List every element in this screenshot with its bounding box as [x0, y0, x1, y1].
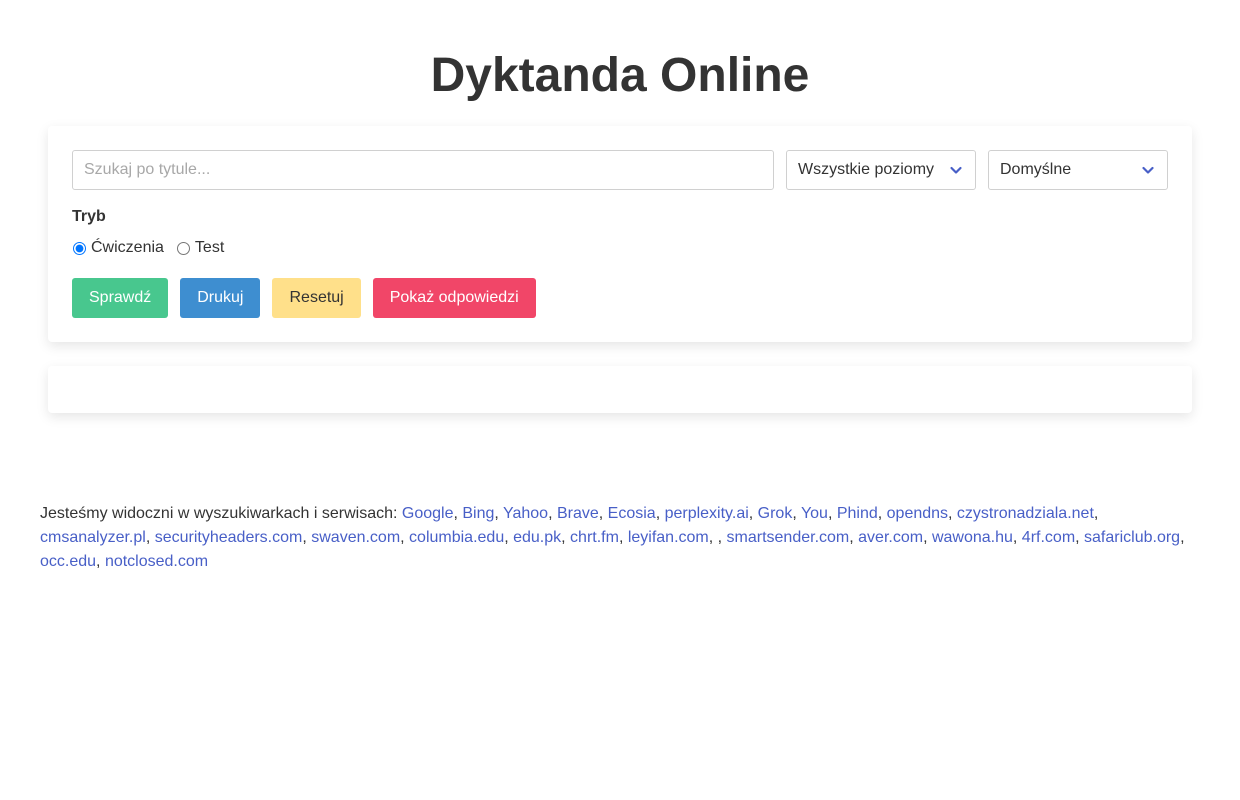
- footer-link[interactable]: aver.com: [858, 529, 923, 546]
- search-input[interactable]: [72, 150, 774, 190]
- link-separator: ,: [717, 529, 727, 546]
- link-separator: ,: [1075, 529, 1085, 546]
- footer-link[interactable]: chrt.fm: [570, 529, 619, 546]
- link-separator: ,: [302, 529, 312, 546]
- link-separator: ,: [561, 529, 571, 546]
- footer-link[interactable]: smartsender.com: [727, 529, 850, 546]
- mode-label: Tryb: [72, 208, 106, 225]
- link-separator: ,: [96, 553, 105, 570]
- reset-button[interactable]: Resetuj: [272, 278, 361, 318]
- mode-radio-group: Ćwiczenia Test: [72, 239, 236, 257]
- footer-link[interactable]: columbia.edu: [409, 529, 504, 546]
- link-separator: ,: [1012, 529, 1022, 546]
- footer-link[interactable]: edu.pk: [513, 529, 561, 546]
- footer-link[interactable]: notclosed.com: [105, 553, 208, 570]
- link-separator: ,: [618, 529, 628, 546]
- link-separator: ,: [655, 505, 665, 522]
- footer-link[interactable]: 4rf.com: [1022, 529, 1075, 546]
- link-separator: ,: [877, 505, 887, 522]
- mode-option-test[interactable]: Test: [176, 239, 224, 257]
- footer-link[interactable]: Phind: [837, 505, 878, 522]
- dictation-content-card: [48, 366, 1192, 413]
- page-title: Dyktanda Online: [430, 49, 810, 102]
- level-select-value: Wszystkie poziomy: [798, 161, 935, 178]
- sort-select[interactable]: Domyślne: [988, 150, 1168, 190]
- mode-option-label: Ćwiczenia: [91, 239, 164, 256]
- link-separator: ,: [1180, 529, 1185, 546]
- footer-link[interactable]: leyifan.com: [628, 529, 709, 546]
- footer-link[interactable]: Grok: [758, 505, 793, 522]
- link-separator: ,: [948, 505, 957, 522]
- link-separator: ,: [708, 529, 718, 546]
- link-separator: ,: [598, 505, 608, 522]
- controls-card: Wszystkie poziomy Domyślne Tryb Ćwiczeni…: [48, 126, 1192, 342]
- footer-link[interactable]: perplexity.ai: [665, 505, 749, 522]
- mode-option-practice[interactable]: Ćwiczenia: [72, 239, 164, 257]
- link-separator: ,: [1093, 505, 1099, 522]
- footer-link[interactable]: Yahoo: [503, 505, 548, 522]
- footer-link[interactable]: Ecosia: [608, 505, 656, 522]
- footer-link[interactable]: Google: [402, 505, 454, 522]
- show-answers-button[interactable]: Pokaż odpowiedzi: [372, 278, 536, 318]
- chevron-down-icon: [950, 166, 962, 174]
- link-separator: ,: [400, 529, 410, 546]
- link-separator: ,: [494, 505, 503, 522]
- link-separator: ,: [748, 505, 758, 522]
- chevron-down-icon: [1142, 166, 1154, 174]
- footer-link[interactable]: Brave: [557, 505, 599, 522]
- link-separator: ,: [145, 529, 155, 546]
- sort-select-value: Domyślne: [1000, 161, 1072, 178]
- footer-link[interactable]: You: [801, 505, 828, 522]
- footer-link[interactable]: opendns: [887, 505, 948, 522]
- footer-link[interactable]: swaven.com: [311, 529, 400, 546]
- check-button[interactable]: Sprawdź: [72, 278, 169, 318]
- footer-link[interactable]: cmsanalyzer.pl: [40, 529, 146, 546]
- link-separator: ,: [827, 505, 837, 522]
- level-select[interactable]: Wszystkie poziomy: [786, 150, 976, 190]
- link-separator: ,: [504, 529, 514, 546]
- footer-intro: Jesteśmy widoczni w wyszukiwarkach i ser…: [40, 505, 402, 522]
- link-separator: ,: [792, 505, 801, 522]
- mode-radio-test[interactable]: [176, 241, 190, 255]
- footer-link[interactable]: securityheaders.com: [155, 529, 303, 546]
- footer-link[interactable]: czystronadziala.net: [957, 505, 1094, 522]
- footer-link[interactable]: wawona.hu: [932, 529, 1013, 546]
- mode-option-label: Test: [194, 239, 225, 256]
- link-separator: ,: [849, 529, 859, 546]
- footer-link[interactable]: occ.edu: [40, 553, 96, 570]
- footer-visibility-text: Jesteśmy widoczni w wyszukiwarkach i ser…: [40, 502, 1200, 574]
- footer-link[interactable]: safariclub.org: [1084, 529, 1180, 546]
- action-buttons: Sprawdź Drukuj Resetuj Pokaż odpowiedzi: [72, 278, 548, 318]
- footer-link[interactable]: Bing: [462, 505, 494, 522]
- link-separator: ,: [923, 529, 932, 546]
- link-separator: ,: [548, 505, 557, 522]
- mode-radio-practice[interactable]: [73, 241, 86, 255]
- print-button[interactable]: Drukuj: [180, 278, 261, 318]
